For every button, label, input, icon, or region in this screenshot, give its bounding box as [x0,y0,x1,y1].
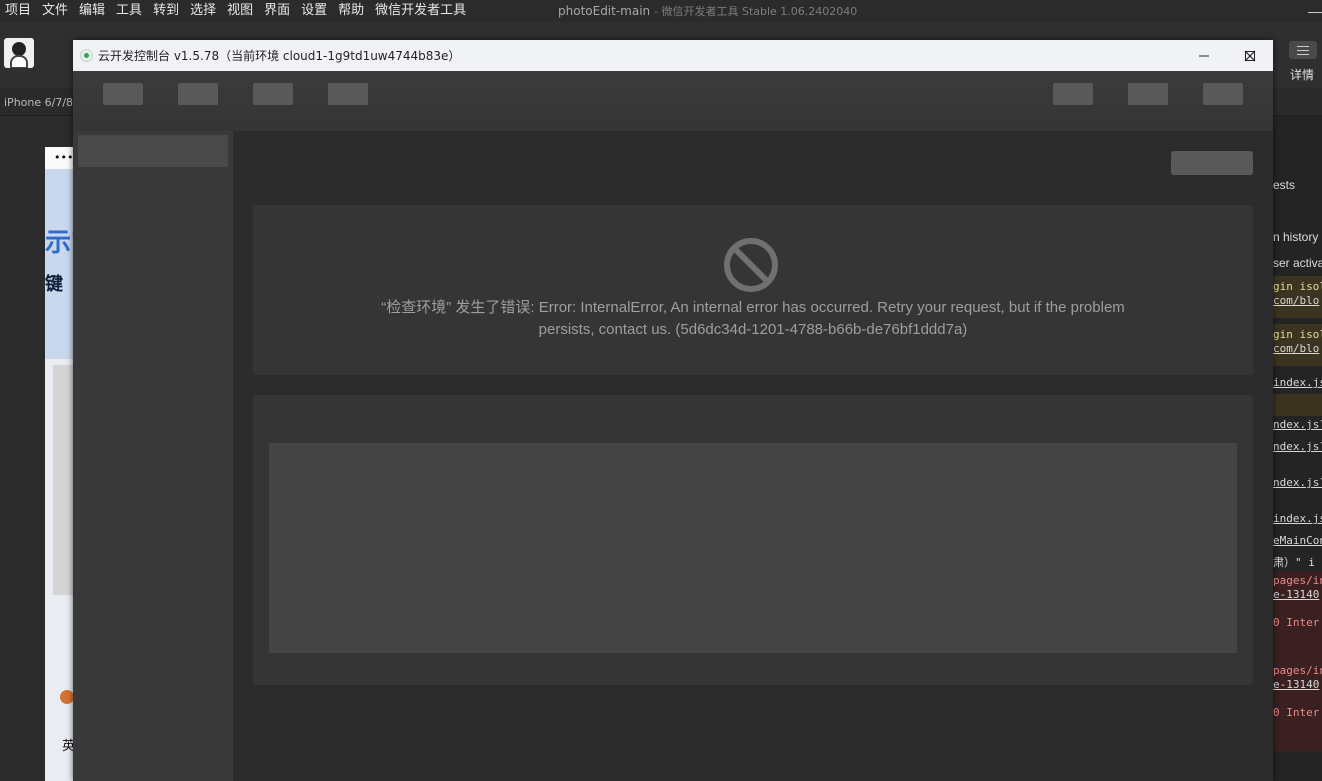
console-line: 0 Inter [1273,706,1320,719]
details-button[interactable]: 详情 [1290,66,1314,83]
menu-file[interactable]: 文件 [36,0,73,22]
toolbar-button[interactable] [1203,83,1243,105]
console-link[interactable]: eMainCon [1273,534,1322,547]
app-subtitle: - 微信开发者工具 Stable 1.06.2402040 [654,5,858,18]
console-line: ser activa [1273,256,1322,270]
menu-settings[interactable]: 设置 [295,0,332,22]
console-panel: ests n history ser activa gin isola com/… [1273,116,1322,781]
toolbar-button[interactable] [328,83,368,105]
console-line: gin isola [1273,280,1322,293]
ban-icon [724,238,778,292]
close-icon [1244,50,1256,61]
menu-view[interactable]: 视图 [221,0,258,22]
window-titlebar[interactable]: 云开发控制台 v1.5.78（当前环境 cloud1-1g9td1uw4744b… [73,40,1273,71]
simulator-card [53,365,75,595]
menu-goto[interactable]: 转到 [147,0,184,22]
action-button[interactable] [1171,151,1253,175]
menu-wechat-devtools[interactable]: 微信开发者工具 [369,0,471,22]
simulator-banner [45,169,75,359]
console-link[interactable]: com/blo [1273,294,1319,307]
error-panel: “检查环境” 发生了错误: Error: InternalError, An i… [253,205,1253,375]
sidebar-item[interactable] [78,135,228,167]
toolbar-button[interactable] [253,83,293,105]
console-link[interactable]: index.js [1273,512,1322,525]
console-line: gin isola [1273,328,1322,341]
toolbar-button[interactable] [1128,83,1168,105]
content-placeholder [269,443,1237,653]
close-button[interactable] [1227,40,1273,71]
console-line: 0 Inter [1273,616,1320,629]
simulator-banner-sub: 键 [45,274,63,295]
console-line: pages/in [1273,574,1322,587]
simulator-status-dots: ••• [45,147,75,169]
project-title: photoEdit-main [558,4,651,18]
flame-icon [60,690,74,704]
console-link[interactable]: e-13140 [1273,678,1319,691]
console-line: n history [1273,230,1319,244]
console-line: 肃）" i [1273,556,1315,569]
cloud-logo-icon [80,49,93,62]
console-link[interactable]: com/blo [1273,342,1319,355]
menu-select[interactable]: 选择 [184,0,221,22]
toolbar-button[interactable] [1053,83,1093,105]
console-line: ests [1273,178,1296,192]
toolbar-button[interactable] [103,83,143,105]
ide-minimize-button[interactable] [1308,3,1322,13]
console-link[interactable]: index.js [1273,376,1322,389]
avatar[interactable] [4,38,34,68]
menu-help[interactable]: 帮助 [332,0,369,22]
menu-interface[interactable]: 界面 [258,0,295,22]
console-link[interactable]: ndex.js? [1273,440,1322,453]
console-link[interactable]: ndex.js? [1273,418,1322,431]
menu-edit[interactable]: 编辑 [73,0,110,22]
error-message: “检查环境” 发生了错误: Error: InternalError, An i… [381,299,1125,338]
console-link[interactable]: ndex.js? [1273,476,1322,489]
app-title: photoEdit-main - 微信开发者工具 Stable 1.06.240… [558,3,857,19]
console-sidebar [73,131,233,781]
menu-project[interactable]: 项目 [0,0,36,22]
console-link[interactable]: e-13140 [1273,588,1319,601]
content-panel [253,395,1253,685]
cloud-console-window: 云开发控制台 v1.5.78（当前环境 cloud1-1g9td1uw4744b… [73,40,1273,781]
menu-tools[interactable]: 工具 [110,0,147,22]
device-selector[interactable]: iPhone 6/7/8 1 [4,96,84,109]
toolbar-button[interactable] [178,83,218,105]
hamburger-icon[interactable] [1289,41,1317,59]
window-title: 云开发控制台 v1.5.78（当前环境 cloud1-1g9td1uw4744b… [98,49,461,63]
console-line: pages/in [1273,664,1322,677]
